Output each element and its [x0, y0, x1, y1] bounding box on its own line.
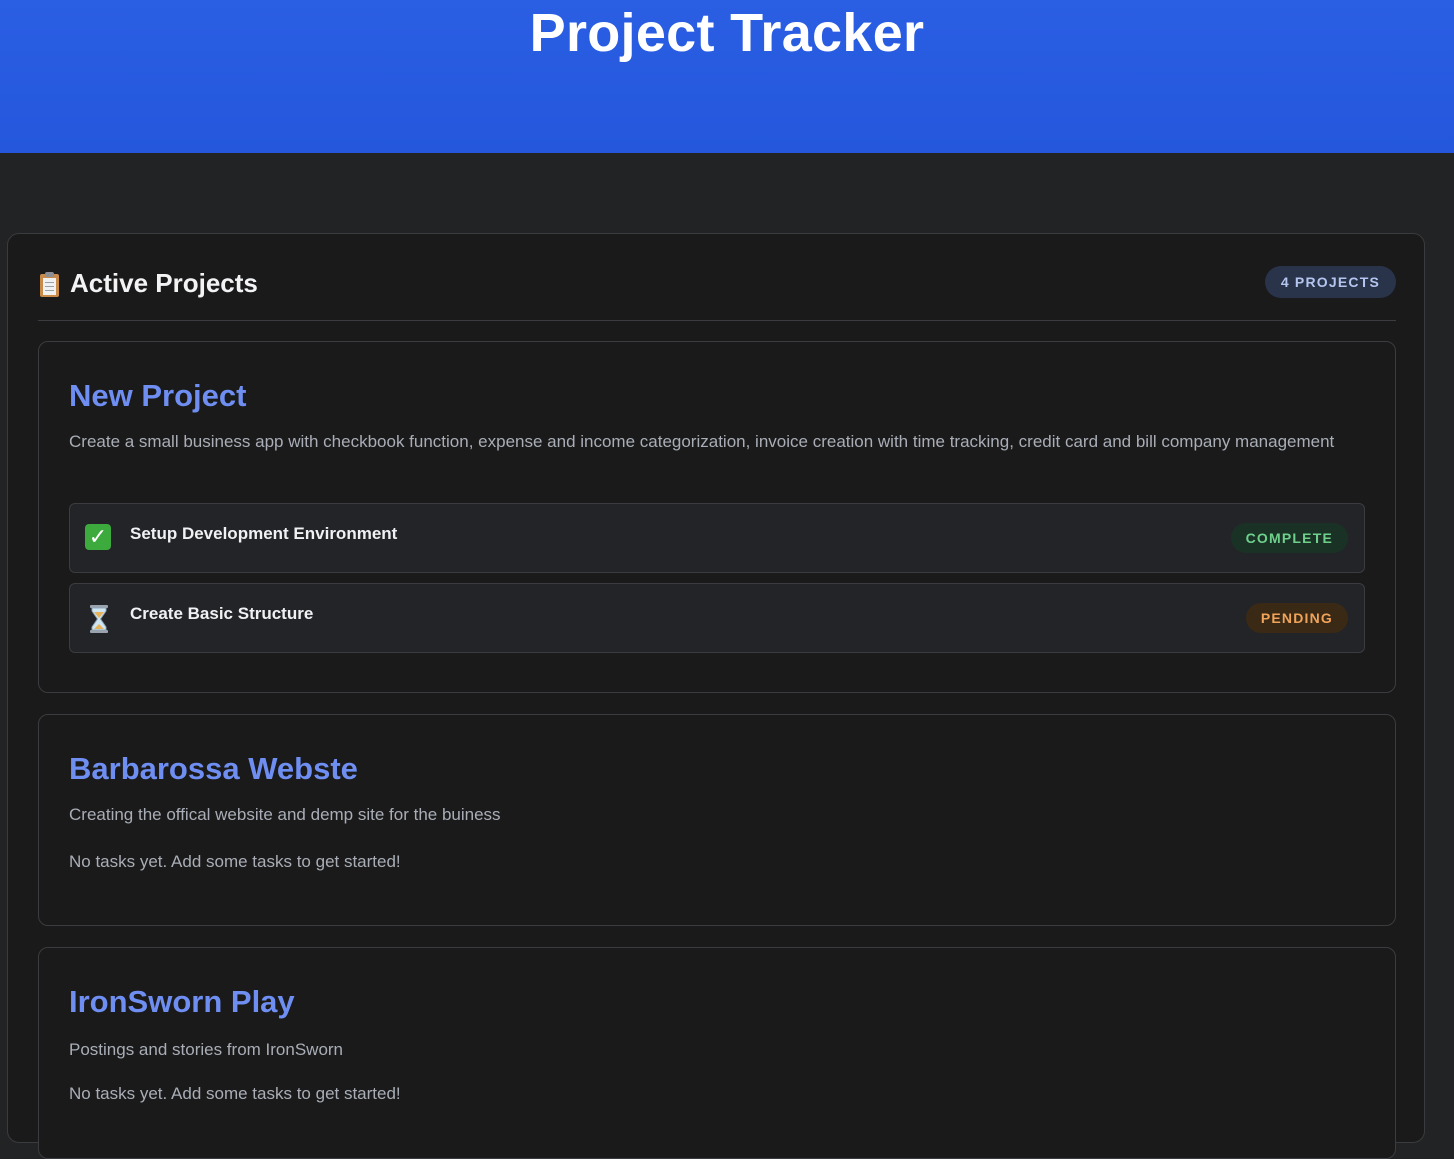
task-row[interactable]: ✓ Setup Development Environment COMPLETE	[69, 503, 1365, 573]
task-row[interactable]: Create Basic Structure PENDING	[69, 583, 1365, 653]
project-description: Postings and stories from IronSworn	[69, 1040, 344, 1059]
project-card-barbarossa[interactable]: Barbarossa Webste Creating the offical w…	[38, 714, 1396, 926]
panel-title-text: Active Projects	[70, 268, 258, 298]
project-count-badge: 4 PROJECTS	[1264, 266, 1396, 298]
project-name[interactable]: New Project	[69, 378, 246, 414]
panel-title: Active Projects	[38, 268, 258, 299]
empty-tasks-note: No tasks yet. Add some tasks to get star…	[69, 1084, 401, 1103]
project-card-new-project[interactable]: New Project Create a small business app …	[38, 341, 1396, 693]
task-label: Setup Development Environment	[130, 524, 398, 543]
app-header: Project Tracker	[0, 0, 1454, 153]
project-card-ironsworn[interactable]: IronSworn Play Postings and stories from…	[38, 947, 1396, 1159]
status-badge-complete[interactable]: COMPLETE	[1230, 523, 1348, 553]
task-label: Create Basic Structure	[130, 604, 314, 623]
panel-header: Active Projects 4 PROJECTS	[38, 264, 1396, 321]
check-mark-icon: ✓	[85, 524, 113, 552]
status-badge-pending[interactable]: PENDING	[1245, 603, 1348, 633]
hourglass-icon	[85, 604, 113, 633]
app-title: Project Tracker	[529, 3, 925, 63]
project-name[interactable]: IronSworn Play	[69, 984, 295, 1020]
project-description: Creating the offical website and demp si…	[69, 805, 501, 824]
project-name[interactable]: Barbarossa Webste	[69, 751, 358, 787]
empty-tasks-note: No tasks yet. Add some tasks to get star…	[69, 852, 401, 871]
clipboard-icon	[38, 271, 60, 297]
project-description: Create a small business app with checkbo…	[69, 432, 1335, 451]
active-projects-panel: Active Projects 4 PROJECTS New Project C…	[7, 233, 1425, 1159]
